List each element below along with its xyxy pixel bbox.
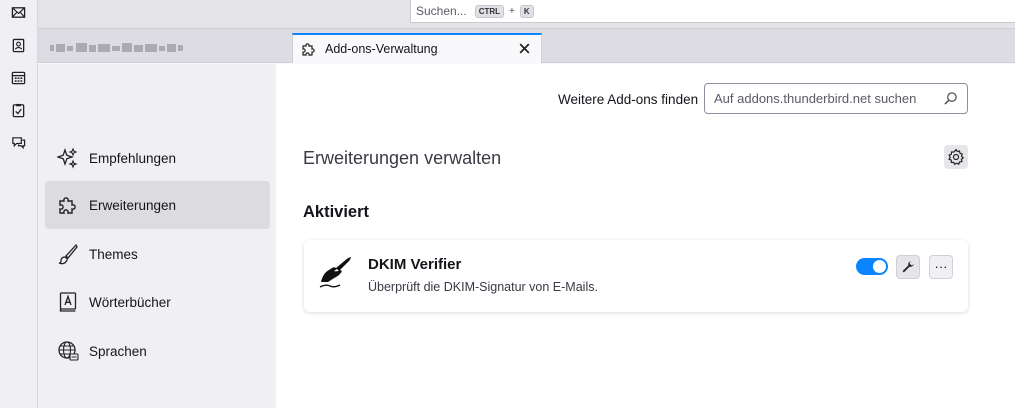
- toggle-knob: [873, 260, 886, 273]
- extension-enable-toggle[interactable]: [856, 258, 888, 275]
- sidebar-item-languages[interactable]: Sprachen: [45, 327, 270, 375]
- tab-addons-manager[interactable]: Add-ons-Verwaltung: [292, 33, 542, 63]
- categories-sidebar: Empfehlungen Erweiterungen Themes Wörter…: [38, 64, 276, 408]
- page-heading: Erweiterungen verwalten: [303, 148, 502, 168]
- spaces-toolbar: [0, 0, 38, 408]
- section-enabled-heading: Aktiviert: [303, 203, 370, 221]
- tab-title: Add-ons-Verwaltung: [325, 42, 438, 56]
- shortcut-plus: +: [509, 5, 515, 17]
- sidebar-item-label: Sprachen: [89, 343, 147, 359]
- gear-icon: [948, 148, 965, 166]
- sidebar-item-label: Empfehlungen: [89, 150, 177, 166]
- extension-card[interactable]: DKIM Verifier Überprüft die DKIM-Signatu…: [304, 240, 968, 312]
- redacted-account-tab[interactable]: [48, 39, 228, 57]
- extension-more-options-button[interactable]: ···: [929, 255, 953, 279]
- search-icon: [944, 92, 957, 105]
- search-input[interactable]: Suchen... CTRL + K: [410, 0, 1015, 23]
- extension-description: Überprüft die DKIM-Signatur von E-Mails.: [368, 280, 598, 294]
- tools-menu-button[interactable]: [944, 145, 968, 169]
- puzzle-icon: [302, 43, 315, 56]
- shortcut-key-ctrl: CTRL: [474, 4, 505, 18]
- dictionary-icon: [59, 292, 77, 312]
- close-icon[interactable]: [518, 42, 531, 55]
- address-book-icon[interactable]: [10, 37, 27, 54]
- sidebar-item-recommendations[interactable]: Empfehlungen: [45, 134, 270, 182]
- addons-search-input[interactable]: Auf addons.thunderbird.net suchen: [704, 83, 968, 114]
- sidebar-item-extensions[interactable]: Erweiterungen: [45, 181, 270, 229]
- search-placeholder: Suchen...: [416, 4, 467, 18]
- sidebar-item-label: Themes: [89, 246, 138, 262]
- extension-name: DKIM Verifier: [368, 256, 462, 273]
- more-icon: ···: [934, 259, 948, 274]
- sidebar-item-themes[interactable]: Themes: [45, 230, 270, 278]
- dkim-signing-hand-icon: [319, 257, 351, 288]
- chat-icon[interactable]: [10, 134, 27, 151]
- sidebar-item-label: Erweiterungen: [89, 197, 177, 213]
- sparkles-icon: [57, 147, 78, 169]
- globe-icon: [58, 341, 79, 361]
- sidebar-item-label: Wörterbücher: [89, 294, 171, 310]
- mail-icon[interactable]: [10, 4, 27, 21]
- sidebar-item-dictionaries[interactable]: Wörterbücher: [45, 278, 270, 326]
- extension-options-button[interactable]: [896, 255, 920, 279]
- addons-search-placeholder: Auf addons.thunderbird.net suchen: [714, 91, 917, 106]
- addons-main-panel: Weitere Add-ons finden Auf addons.thunde…: [276, 64, 1015, 408]
- find-more-label: Weitere Add-ons finden: [558, 92, 699, 107]
- calendar-icon[interactable]: [10, 69, 27, 86]
- shortcut-key-k: K: [519, 4, 534, 18]
- puzzle-icon: [59, 197, 76, 214]
- tasks-icon[interactable]: [10, 102, 27, 119]
- wrench-icon: [902, 261, 914, 273]
- brush-icon: [58, 243, 78, 265]
